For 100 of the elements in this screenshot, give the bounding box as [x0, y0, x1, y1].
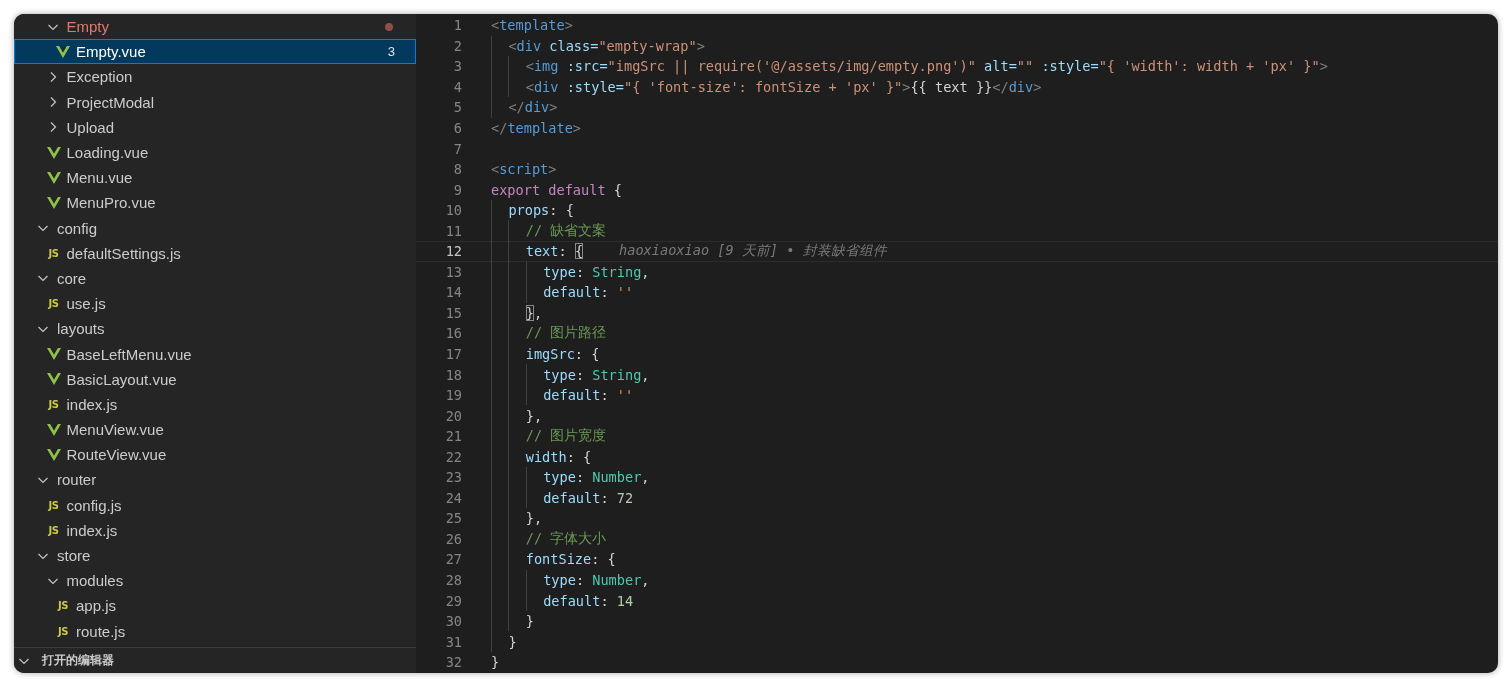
vue-file-icon — [46, 348, 61, 361]
file-row[interactable]: JS config.js — [14, 492, 416, 518]
file-name: Empty.vue — [76, 43, 147, 61]
file-name: Loading.vue — [66, 144, 150, 162]
file-name: MenuView.vue — [66, 421, 165, 439]
folder-row[interactable]: store — [14, 542, 416, 569]
line-number: 18 — [444, 366, 462, 383]
line-number: 26 — [444, 530, 462, 547]
js-file-icon: JS — [48, 524, 59, 536]
file-name: index.js — [66, 521, 119, 539]
code-line: fontSize: { — [491, 550, 616, 569]
folder-row[interactable]: router — [14, 467, 416, 493]
file-name: Menu.vue — [66, 169, 134, 187]
file-name: store — [57, 547, 92, 565]
code-line: export default { — [491, 180, 622, 199]
code-line: <template> — [491, 16, 573, 35]
line-number: 32 — [444, 654, 462, 671]
code-line: type: Number, — [491, 468, 650, 487]
line-number: 24 — [444, 489, 462, 506]
file-name: route.js — [76, 622, 127, 640]
file-name: modules — [66, 572, 125, 590]
line-number: 30 — [444, 613, 462, 630]
file-name: Exception — [66, 68, 134, 86]
line-number: 31 — [444, 633, 462, 650]
line-number: 6 — [452, 120, 462, 136]
js-file-icon: JS — [48, 298, 59, 310]
line-number: 5 — [452, 99, 462, 116]
line-number: 13 — [444, 263, 462, 280]
code-line: // 图片宽度 — [491, 426, 607, 446]
code-line: props: { — [491, 200, 574, 220]
js-file-icon: JS — [48, 247, 59, 259]
problem-count: 3 — [387, 44, 395, 60]
folder-row[interactable]: core — [14, 265, 416, 292]
code-line: } — [491, 653, 500, 672]
file-row[interactable]: Loading.vue — [14, 139, 416, 166]
line-number: 7 — [452, 140, 462, 157]
file-row[interactable]: JS app.js — [14, 593, 416, 619]
code-line: // 缺省文案 — [491, 221, 607, 240]
file-row[interactable]: JS use.js — [14, 291, 416, 317]
file-name: core — [57, 269, 88, 287]
vue-file-icon — [56, 45, 70, 58]
folder-row[interactable]: Upload — [14, 114, 416, 140]
vue-file-icon — [46, 196, 61, 209]
file-row[interactable]: JS index.js — [14, 517, 416, 543]
line-number: 9 — [452, 181, 462, 198]
file-row[interactable]: Empty.vue 3 — [14, 39, 416, 65]
code-line: }, — [491, 509, 543, 528]
blame-annotation: haoxiaoxiao [9 天前] • 封装缺省组件 — [619, 242, 887, 261]
line-number: 20 — [444, 407, 462, 424]
line-number: 19 — [444, 387, 462, 404]
file-name: BaseLeftMenu.vue — [66, 345, 193, 363]
code-line: }, — [491, 406, 543, 425]
file-row[interactable]: MenuView.vue — [14, 417, 416, 443]
file-row[interactable]: MenuPro.vue — [14, 190, 416, 216]
file-row[interactable]: Menu.vue — [14, 165, 416, 191]
js-file-icon: JS — [58, 625, 68, 637]
folder-row[interactable]: ProjectModal — [14, 89, 416, 115]
file-name: MenuPro.vue — [66, 194, 157, 212]
js-file-icon: JS — [48, 499, 59, 511]
code-line: default: 72 — [491, 488, 634, 508]
folder-row[interactable]: Exception — [14, 64, 416, 90]
file-row[interactable]: JS route.js — [14, 618, 416, 644]
line-number: 17 — [444, 346, 462, 362]
vue-file-icon — [46, 171, 61, 184]
vue-file-icon — [46, 448, 61, 461]
line-number: 29 — [444, 592, 462, 609]
line-number: 12 — [444, 243, 462, 260]
open-editors-header[interactable]: 打开的编辑器 — [14, 647, 416, 673]
line-number: 1 — [452, 17, 462, 34]
code-line: type: String, — [491, 365, 650, 384]
file-row[interactable]: BaseLeftMenu.vue — [14, 341, 416, 367]
vue-file-icon — [46, 146, 61, 159]
code-line: // 字体大小 — [491, 529, 607, 549]
folder-row[interactable]: modules — [14, 568, 416, 594]
file-row[interactable]: JS index.js — [14, 391, 416, 417]
line-number: 15 — [444, 304, 462, 321]
folder-row[interactable]: Empty — [14, 14, 416, 40]
line-number: 25 — [444, 510, 462, 527]
line-number: 2 — [452, 37, 462, 54]
folder-row[interactable]: layouts — [14, 316, 416, 342]
line-number: 10 — [444, 202, 462, 219]
code-line: type: Number, — [491, 570, 650, 590]
line-number: 14 — [444, 284, 462, 301]
line-number: 23 — [444, 469, 462, 486]
file-name: use.js — [66, 295, 107, 313]
vue-file-icon — [46, 373, 61, 386]
folder-row[interactable]: config — [14, 215, 416, 241]
file-row[interactable]: JS defaultSettings.js — [14, 240, 416, 266]
code-line: } — [491, 632, 517, 651]
file-name: layouts — [57, 320, 106, 338]
file-row[interactable]: BasicLayout.vue — [14, 366, 416, 392]
file-name: app.js — [76, 597, 118, 615]
code-line: <img :src="imgSrc || require('@/assets/img/empty.png')" alt="" :style="{ 'width': width + 'px' }"> — [491, 57, 1328, 76]
code-line: width: { — [491, 447, 592, 467]
file-row[interactable]: RouteView.vue — [14, 442, 416, 468]
line-number: 3 — [452, 58, 462, 75]
code-line: } — [491, 611, 534, 631]
code-line: </div> — [491, 98, 558, 117]
file-name: BasicLayout.vue — [66, 370, 178, 388]
code-line: default: 14 — [491, 591, 634, 610]
